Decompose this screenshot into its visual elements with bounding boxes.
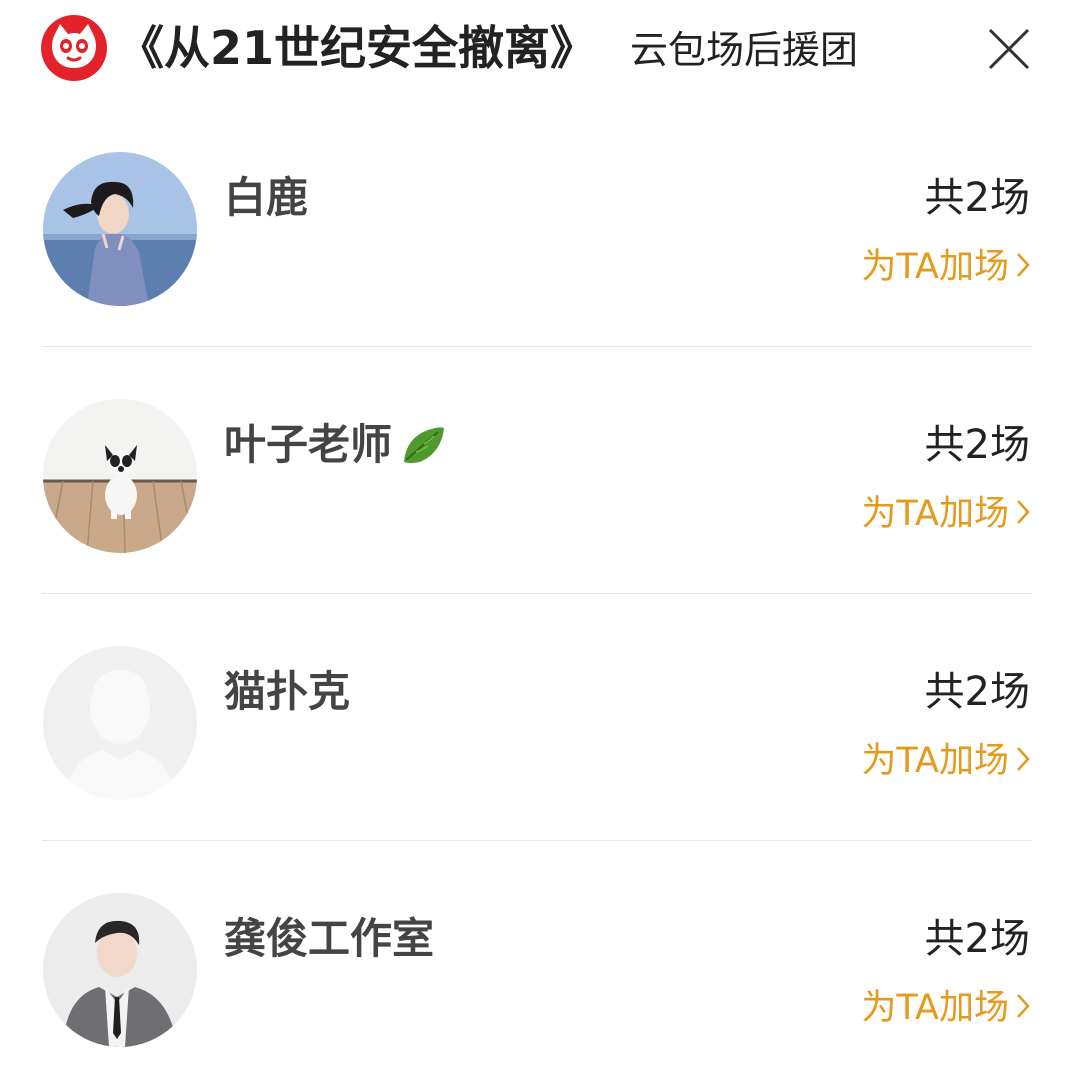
avatar[interactable] [43, 152, 197, 306]
default-user-icon [43, 646, 197, 800]
add-show-link[interactable]: 为TA加场 [861, 736, 1031, 786]
chevron-right-icon [1017, 994, 1030, 1018]
add-show-label: 为TA加场 [861, 741, 1009, 781]
supporter-name: 白鹿 [224, 173, 309, 222]
avatar[interactable] [43, 893, 197, 1047]
add-show-link[interactable]: 为TA加场 [861, 242, 1031, 292]
add-show-link[interactable]: 为TA加场 [861, 489, 1031, 539]
page-title: 《从21世纪安全撤离》 [118, 21, 597, 75]
supporter-name-text: 叶子老师 [224, 420, 393, 469]
list-item[interactable]: 龚俊工作室 共2场 为TA加场 [0, 841, 1077, 1088]
add-show-label: 为TA加场 [861, 494, 1009, 534]
show-count: 共2场 [924, 422, 1030, 468]
list-item[interactable]: 叶子老师 共2场 为TA加场 [0, 347, 1077, 594]
chevron-right-icon [1017, 500, 1030, 524]
supporter-name: 龚俊工作室 [224, 914, 435, 963]
show-count: 共2场 [924, 175, 1030, 221]
supporter-name: 叶子老师 [224, 417, 446, 473]
list-item[interactable]: 猫扑克 共2场 为TA加场 [0, 594, 1077, 841]
page-subtitle: 云包场后援团 [630, 28, 859, 72]
show-count: 共2场 [924, 669, 1030, 715]
avatar[interactable] [43, 399, 197, 553]
chevron-right-icon [1017, 253, 1030, 277]
add-show-link[interactable]: 为TA加场 [861, 983, 1031, 1033]
add-show-label: 为TA加场 [861, 988, 1009, 1028]
avatar[interactable] [43, 646, 197, 800]
close-icon[interactable] [986, 26, 1032, 72]
show-count: 共2场 [924, 916, 1030, 962]
chevron-right-icon [1017, 747, 1030, 771]
header: 《从21世纪安全撤离》 云包场后援团 [0, 0, 1077, 100]
leaf-icon [404, 426, 445, 463]
add-show-label: 为TA加场 [861, 247, 1009, 287]
list-item[interactable]: 白鹿 共2场 为TA加场 [0, 100, 1077, 347]
cat-logo-icon [41, 15, 107, 81]
supporter-name: 猫扑克 [224, 667, 351, 716]
